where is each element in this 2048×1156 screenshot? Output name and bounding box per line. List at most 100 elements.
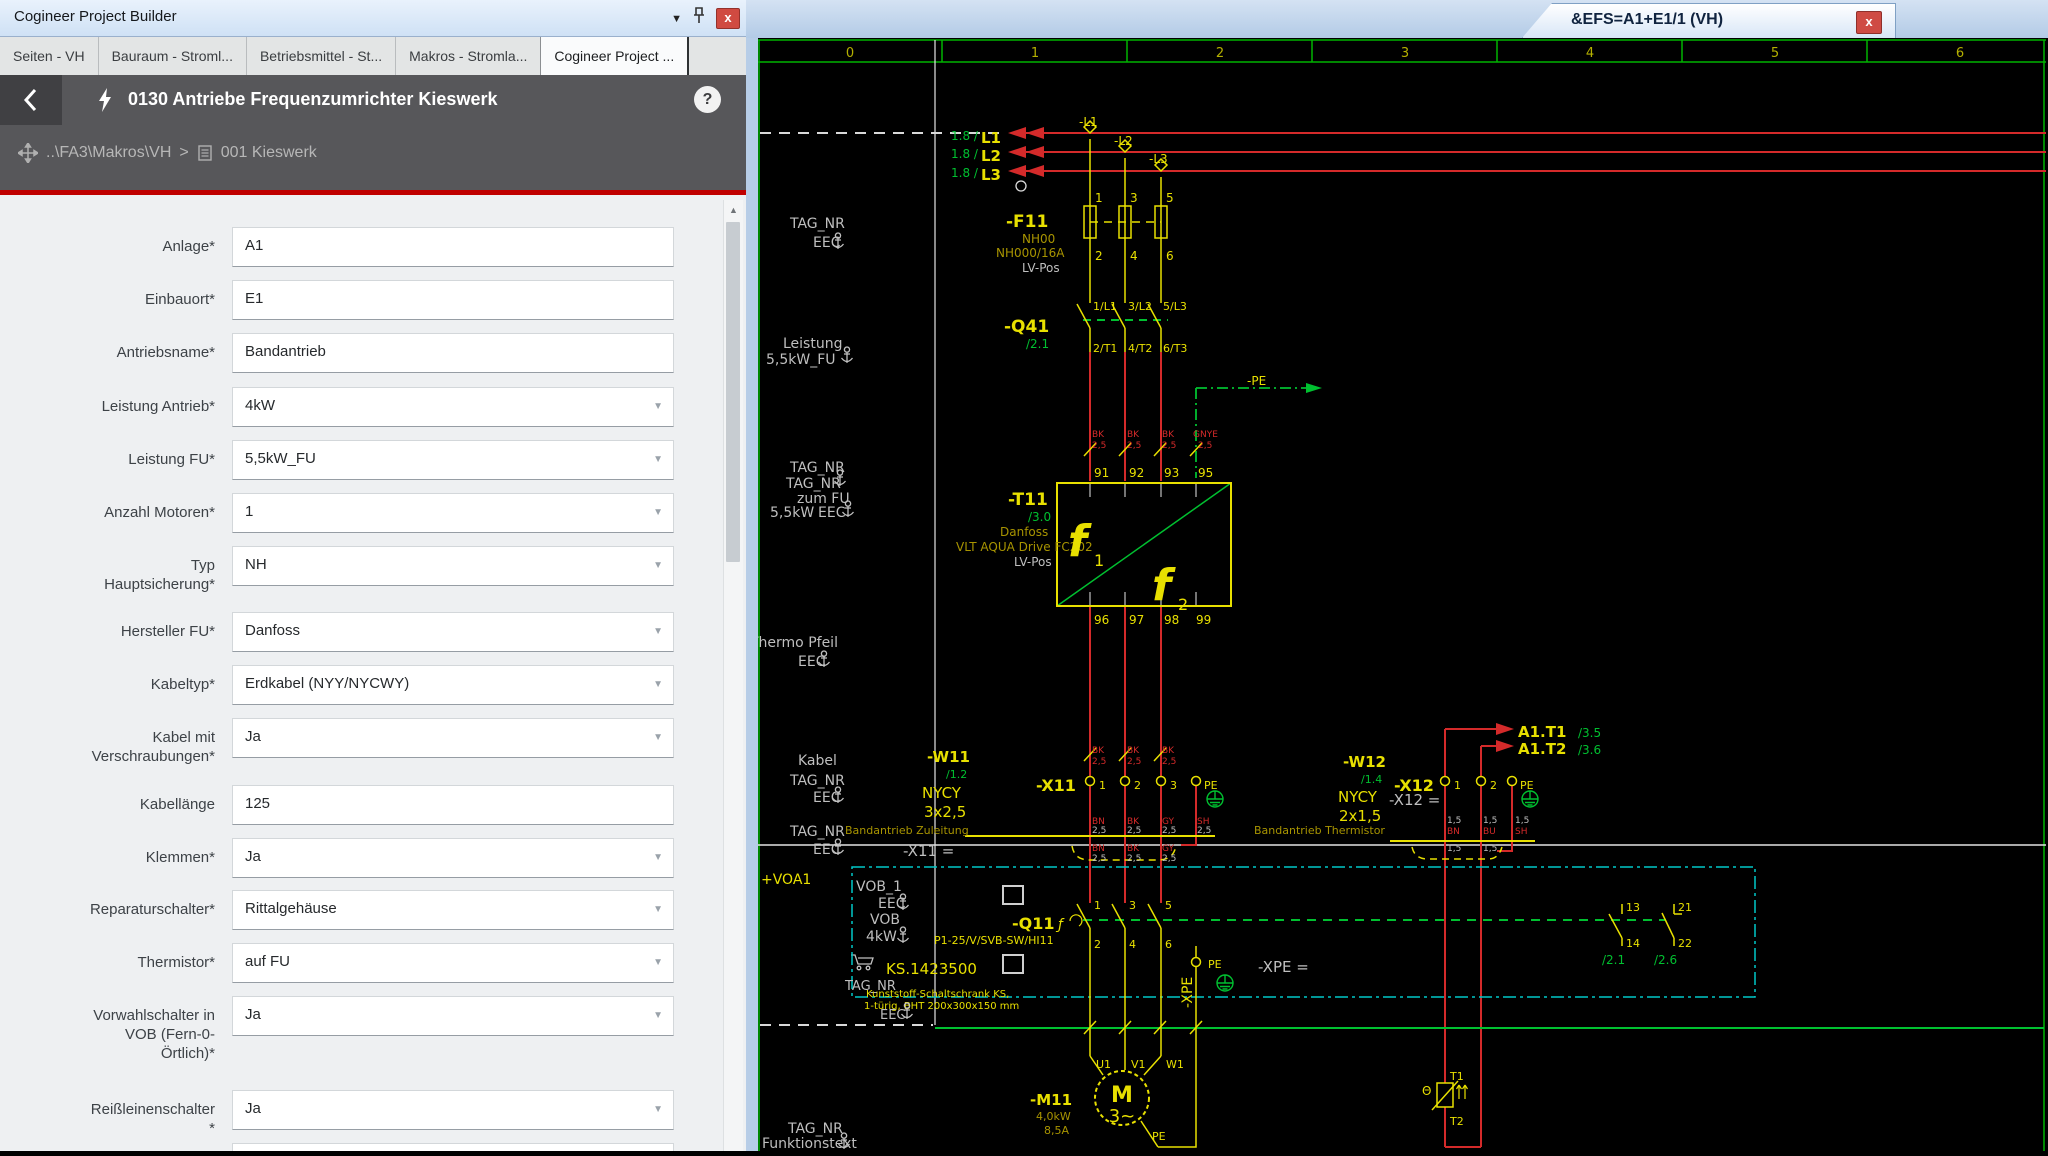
- chevron-down-icon[interactable]: ▼: [653, 679, 663, 690]
- breadcrumb-page[interactable]: 001 Kieswerk: [221, 144, 317, 162]
- schematic-label: V1: [1131, 1058, 1146, 1071]
- back-button[interactable]: [0, 75, 62, 125]
- schematic-label: 3: [1170, 779, 1177, 792]
- field-input-10[interactable]: 125: [232, 785, 674, 825]
- ruler-number: 3: [1401, 46, 1409, 61]
- field-value: Erdkabel (NYY/NYCWY): [245, 675, 409, 692]
- chevron-down-icon[interactable]: ▼: [653, 852, 663, 863]
- schematic-canvas[interactable]: TAG_NREECLeistung5,5kW_FUTAG_NRTAG_NRzum…: [746, 38, 2048, 1151]
- field-label: Kabeltyp*: [85, 665, 215, 694]
- field-label: Thermistor*: [85, 943, 215, 972]
- chevron-down-icon[interactable]: ▼: [653, 401, 663, 412]
- terminal-tag-x11: -X11: [1036, 776, 1076, 795]
- schematic-label: P1-25/V/SVB-SW/HI11: [934, 934, 1054, 947]
- field-select-6[interactable]: NH▼: [232, 546, 674, 586]
- schematic-label: 2,5: [1127, 854, 1141, 864]
- tab-4[interactable]: Cogineer Project ...: [540, 37, 689, 75]
- document-close-icon[interactable]: x: [1856, 11, 1882, 34]
- schematic-label: 5,5kW: [770, 505, 814, 521]
- field-select-5[interactable]: 1▼: [232, 493, 674, 533]
- phase-l2: L2: [981, 147, 1001, 165]
- field-label: Kabel mit Verschraubungen*: [85, 718, 215, 766]
- schematic-label: PE: [1520, 779, 1534, 792]
- field-select-7[interactable]: Danfoss▼: [232, 612, 674, 652]
- field-value: 125: [245, 795, 270, 812]
- breadcrumb-path[interactable]: ..\FA3\Makros\VH: [46, 144, 171, 162]
- schematic-label: 2,5: [1127, 757, 1141, 767]
- schematic-label: T1: [1449, 1070, 1464, 1083]
- tab-3[interactable]: Makros - Stromla...: [395, 37, 540, 75]
- schematic-label: 1.8 /: [951, 129, 979, 143]
- help-button[interactable]: ?: [694, 86, 721, 113]
- schematic-label: 2: [1095, 249, 1103, 263]
- schematic-label: EEC: [818, 505, 846, 521]
- field-select-9[interactable]: Ja▼: [232, 718, 674, 758]
- field-input-2[interactable]: Bandantrieb: [232, 333, 674, 373]
- field-label: Typ Hauptsicherung*: [85, 546, 215, 594]
- phase-l3: L3: [981, 166, 1001, 184]
- schematic-label: 22: [1678, 937, 1692, 950]
- breadcrumb: ..\FA3\Makros\VH > 001 Kieswerk: [18, 143, 317, 163]
- field-select-12[interactable]: Rittalgehäuse▼: [232, 890, 674, 930]
- schematic-label: Bandantrieb Thermistor: [1254, 824, 1385, 837]
- chevron-down-icon[interactable]: ▼: [653, 904, 663, 915]
- chevron-down-icon[interactable]: ▼: [653, 1010, 663, 1021]
- tab-2[interactable]: Betriebsmittel - St...: [246, 37, 395, 75]
- phase-l1: L1: [981, 129, 1001, 147]
- schematic-label: 2/T1: [1093, 342, 1117, 355]
- field-select-13[interactable]: auf FU▼: [232, 943, 674, 983]
- schematic-label: Thermo Pfeil: [749, 635, 838, 651]
- pin-icon[interactable]: [692, 6, 706, 31]
- chevron-down-icon[interactable]: ▼: [653, 560, 663, 571]
- schematic-label: BK: [1127, 844, 1140, 854]
- form-scrollbar[interactable]: ▲: [723, 200, 743, 1151]
- chevron-down-icon[interactable]: ▼: [653, 507, 663, 518]
- schematic-document-tab[interactable]: &EFS=A1+E1/1 (VH) x: [1522, 3, 1896, 38]
- field-label: Kabellänge: [85, 785, 215, 814]
- schematic-label: 1,5: [1483, 816, 1497, 826]
- schematic-label: 2,5: [1127, 441, 1141, 451]
- schematic-label: 4kW: [866, 929, 897, 945]
- panel-splitter[interactable]: [746, 38, 758, 1151]
- schematic-label: /2.1: [1602, 953, 1625, 967]
- field-select-3[interactable]: 4kW▼: [232, 387, 674, 427]
- chevron-down-icon[interactable]: ▼: [653, 732, 663, 743]
- scrollbar-thumb[interactable]: [726, 222, 740, 562]
- chevron-down-icon[interactable]: ▼: [653, 454, 663, 465]
- schematic-label: -X11 =: [903, 842, 954, 860]
- schematic-label: 96: [1094, 613, 1109, 627]
- tab-0[interactable]: Seiten - VH: [0, 37, 98, 75]
- schematic-label: 2,5: [1162, 757, 1176, 767]
- chevron-down-icon[interactable]: ▼: [653, 957, 663, 968]
- schematic-label: TAG_NR: [789, 824, 845, 840]
- schematic-label: PE: [1204, 779, 1218, 792]
- drive-tag-t11: -T11: [1008, 490, 1048, 510]
- schematic-label: BK: [1127, 746, 1140, 756]
- field-input-16[interactable]: [232, 1143, 674, 1151]
- chevron-down-icon[interactable]: ▼: [653, 626, 663, 637]
- scroll-up-icon[interactable]: ▲: [724, 202, 743, 219]
- field-select-11[interactable]: Ja▼: [232, 838, 674, 878]
- schematic-label: 4,0kW: [1036, 1110, 1071, 1123]
- window-menu-icon[interactable]: ▼: [671, 9, 682, 29]
- field-label: Hersteller FU*: [85, 612, 215, 641]
- close-icon[interactable]: x: [716, 8, 740, 29]
- schematic-label: SH: [1515, 827, 1527, 837]
- field-select-15[interactable]: Ja▼: [232, 1090, 674, 1130]
- chevron-down-icon[interactable]: ▼: [653, 1104, 663, 1115]
- field-select-4[interactable]: 5,5kW_FU▼: [232, 440, 674, 480]
- field-input-0[interactable]: A1: [232, 227, 674, 267]
- schematic-label: 3x2,5: [924, 803, 966, 821]
- schematic-label: 2: [1094, 938, 1101, 951]
- schematic-label: TAG_NR: [789, 216, 845, 232]
- schematic-label: 5: [1165, 899, 1172, 912]
- schematic-label: 5/L3: [1163, 300, 1187, 313]
- field-label: Leistung Antrieb*: [85, 387, 215, 416]
- field-select-14[interactable]: Ja▼: [232, 996, 674, 1036]
- schematic-label: NH00: [1022, 232, 1055, 246]
- field-input-1[interactable]: E1: [232, 280, 674, 320]
- field-select-8[interactable]: Erdkabel (NYY/NYCWY) ▼: [232, 665, 674, 705]
- schematic-label: 4: [1130, 249, 1138, 263]
- tab-1[interactable]: Bauraum - Stroml...: [98, 37, 246, 75]
- schematic-drawing[interactable]: TAG_NREECLeistung5,5kW_FUTAG_NRTAG_NRzum…: [746, 38, 2048, 1151]
